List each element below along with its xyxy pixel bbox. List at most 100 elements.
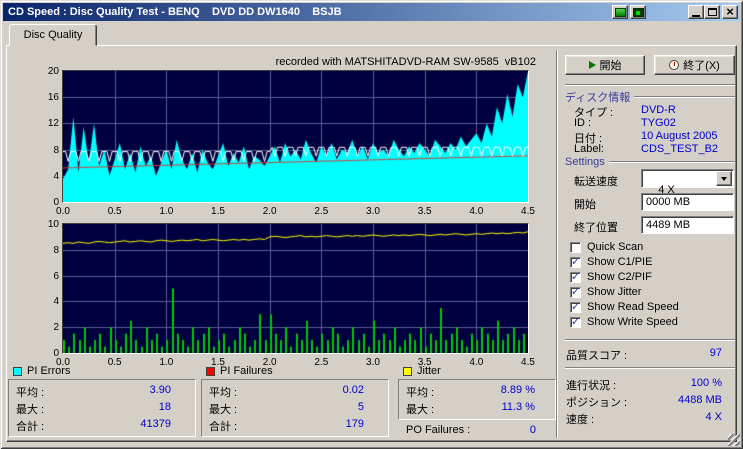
pi-errors-statbox: 平均 : 3.90 最大 : 18 合計 : 41379 [8, 379, 196, 437]
disc-id-row: ID : TYG02 [565, 117, 735, 130]
checkbox-label: Show Write Speed [587, 316, 678, 328]
start-button-label: 開始 [599, 60, 622, 72]
app-window: CD Speed : Disc Quality Test - BENQ DVD … [0, 0, 743, 449]
po-failures-label: PO Failures : [406, 424, 471, 436]
checkbox-box[interactable]: ✓ [570, 255, 581, 268]
pi-failures-statbox: 平均 : 0.02 最大 : 5 合計 : 179 [201, 379, 389, 437]
position-row: ポジション : 4488 MB [565, 394, 735, 409]
checkbox-label: Show C1/PIE [587, 256, 653, 268]
y-axis-tick-label: 12 [47, 118, 59, 130]
combobox-arrow-button[interactable] [716, 171, 732, 186]
app-grid-icon [632, 7, 644, 17]
pi-errors-total: 41379 [140, 418, 171, 430]
x-axis-tick-label: 1.5 [211, 206, 225, 217]
quality-score-label: 品質スコア : [566, 350, 628, 362]
disc-info-header: ディスク情報 [565, 89, 735, 105]
pi-errors-chart [63, 71, 528, 202]
disc-id-value: TYG02 [641, 117, 676, 129]
checkbox-show-c1-pie[interactable]: ✓ Show C1/PIE [565, 255, 735, 270]
y-axis-tick-label: 20 [47, 66, 59, 77]
x-axis-tick-label: 3.5 [417, 206, 432, 217]
x-axis-tick-label: 4.0 [469, 357, 484, 368]
titlebar-app-button-2[interactable] [630, 5, 646, 19]
pi-errors-avg: 3.90 [149, 384, 171, 396]
maximize-icon [707, 8, 717, 16]
avg-label: 平均 : [209, 387, 238, 399]
start-position-field[interactable]: 0000 MB [641, 193, 734, 211]
jitter-statbox: 平均 : 8.89 % 最大 : 11.3 % [398, 379, 556, 420]
clock-icon [669, 60, 680, 70]
disc-id-label: ID : [574, 117, 592, 129]
checkbox-show-read-speed[interactable]: ✓ Show Read Speed [565, 300, 735, 315]
avg-label: 平均 : [406, 387, 435, 399]
max-label: 最大 : [16, 404, 45, 416]
avg-label: 平均 : [16, 387, 45, 399]
x-axis-tick-label: 3.0 [366, 357, 380, 368]
minimize-icon [692, 14, 700, 17]
check-icon: ✓ [571, 300, 581, 313]
total-label: 合計 : [209, 421, 238, 433]
checkbox-box[interactable]: ✓ [570, 270, 581, 283]
quality-score-value: 97 [709, 347, 722, 359]
total-label: 合計 : [16, 421, 45, 433]
settings-header: Settings [565, 156, 735, 168]
resize-grip[interactable] [728, 434, 740, 446]
checkbox-quick-scan[interactable]: ✓ Quick Scan [565, 241, 735, 255]
checkbox-show-c2-pif[interactable]: ✓ Show C2/PIF [565, 270, 735, 285]
disc-label-row: Label: CDS_TEST_B2 [565, 143, 735, 156]
minimize-button[interactable] [688, 5, 704, 19]
speed-label: 速度 : [566, 414, 595, 426]
x-axis-tick-label: 3.0 [366, 206, 380, 217]
tab-disc-quality[interactable]: Disc Quality [9, 24, 97, 46]
y-axis-tick-label: 16 [47, 92, 59, 104]
panel-divider [556, 50, 558, 438]
checkbox-box[interactable]: ✓ [570, 242, 581, 253]
disc-date-value: 10 August 2005 [641, 130, 718, 142]
start-button[interactable]: 開始 [565, 55, 645, 75]
disc-label-label: Label: [574, 143, 604, 155]
close-button[interactable]: × [722, 5, 738, 19]
pi-errors-title: PI Errors [27, 365, 71, 377]
pi-failures-chart-frame [62, 223, 529, 354]
position-value: 4488 MB [677, 394, 722, 406]
start-position-label: 開始 [574, 199, 596, 211]
pi-errors-swatch [13, 367, 22, 376]
position-label: ポジション : [566, 397, 628, 409]
pi-errors-max: 18 [158, 401, 171, 413]
window-title: CD Speed : Disc Quality Test - BENQ DVD … [8, 6, 342, 18]
checkbox-show-write-speed[interactable]: ✓ Show Write Speed [565, 315, 735, 330]
speed-combobox[interactable]: 4 X [641, 169, 734, 196]
x-axis-tick-label: 2.5 [314, 206, 329, 217]
pi-failures-max: 5 [357, 401, 364, 413]
progress-label: 進行状況 : [566, 380, 617, 392]
titlebar-app-button-1[interactable] [612, 5, 628, 19]
checkbox-box[interactable]: ✓ [570, 315, 581, 328]
maximize-button[interactable] [704, 5, 720, 19]
end-position-field[interactable]: 4489 MB [641, 216, 734, 234]
pi-failures-chart [63, 224, 528, 353]
pi-failures-swatch [206, 367, 215, 376]
checkbox-box[interactable]: ✓ [570, 300, 581, 313]
po-failures-value: 0 [529, 424, 536, 436]
title-bar[interactable]: CD Speed : Disc Quality Test - BENQ DVD … [3, 3, 740, 21]
checkbox-label: Show C2/PIF [587, 271, 652, 283]
disc-type-value: DVD-R [641, 104, 676, 116]
jitter-title: Jitter [417, 365, 441, 377]
end-position-label: 終了位置 [574, 222, 618, 234]
disc-date-row: 日付 : 10 August 2005 [565, 130, 735, 145]
jitter-max: 11.3 % [501, 401, 535, 413]
checkbox-label: Quick Scan [587, 241, 644, 253]
app-green-icon [614, 7, 626, 17]
checkbox-box[interactable]: ✓ [570, 285, 581, 298]
check-icon: ✓ [571, 285, 581, 298]
x-axis-tick-label: 0.5 [107, 357, 122, 368]
separator [565, 367, 735, 369]
x-axis-tick-label: 2.0 [262, 206, 277, 217]
checkbox-show-jitter[interactable]: ✓ Show Jitter [565, 285, 735, 300]
y-axis-tick-label: 2 [53, 322, 59, 334]
disc-type-row: タイプ : DVD-R [565, 104, 735, 119]
pi-failures-total: 179 [345, 418, 364, 430]
start-icon [588, 61, 596, 69]
speed-value: 4 X [705, 411, 722, 423]
exit-button[interactable]: 終了(X) [654, 55, 735, 75]
